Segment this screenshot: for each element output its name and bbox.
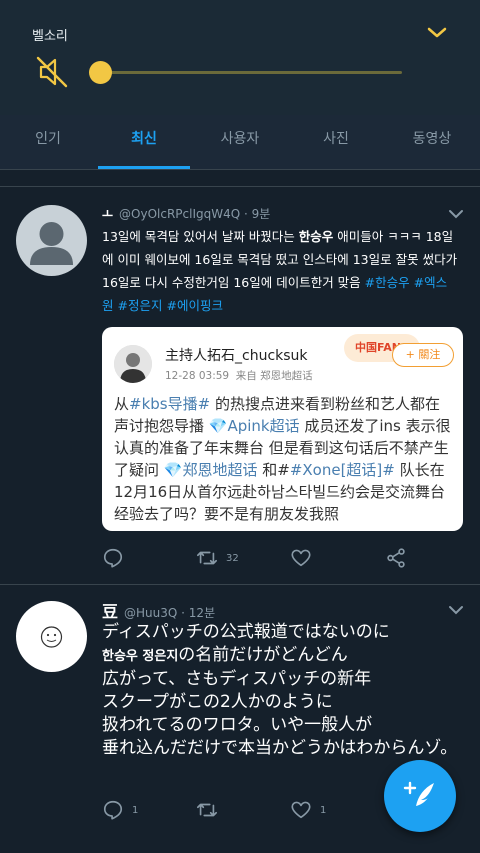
tweet-time: · 9분 <box>244 207 271 221</box>
reply-icon <box>103 548 123 568</box>
compose-icon <box>403 781 434 806</box>
volume-panel: 벨소리 <box>0 0 480 115</box>
user-name[interactable]: 豆 <box>102 602 118 621</box>
tweet-actions: 1 1 <box>102 797 422 823</box>
tab-latest[interactable]: 최신 <box>96 115 192 169</box>
cartoon-face-icon <box>40 626 63 648</box>
search-tabs: 인기 최신 사용자 사진 동영상 <box>0 115 480 169</box>
like-icon <box>291 549 311 567</box>
tabs-divider <box>0 169 480 170</box>
feed-divider <box>0 186 480 187</box>
user-handle[interactable]: @Huu3Q <box>124 606 177 620</box>
embed-text: 从 <box>114 395 130 413</box>
like-count: 1 <box>320 804 327 816</box>
tab-users[interactable]: 사용자 <box>192 115 288 169</box>
chevron-down-icon[interactable] <box>447 208 465 220</box>
tweet-text-part: の名前だけがどんどん <box>178 645 348 665</box>
tab-photos[interactable]: 사진 <box>288 115 384 169</box>
tab-videos[interactable]: 동영상 <box>384 115 480 169</box>
retweet-button[interactable] <box>196 797 226 823</box>
share-icon <box>387 548 405 568</box>
embed-avatar <box>114 345 152 383</box>
tweet-line: 扱われてるのワロタ。いや一般人が <box>102 715 373 735</box>
chevron-down-icon[interactable] <box>424 22 450 42</box>
hashtag[interactable]: #정은지 <box>118 298 163 313</box>
embed-date: 12-28 03:59 <box>165 370 230 382</box>
embedded-screenshot[interactable]: 主持人拓石_chucksuk 12-28 03:59 来自 郑恩地超话 中国FA… <box>102 327 463 531</box>
compose-button[interactable] <box>384 760 456 832</box>
tweet-line: スクープがこの2人かのように <box>102 692 333 712</box>
user-handle[interactable]: @OyOlcRPclIgqW4Q <box>119 207 240 221</box>
tweet-text-bold: 한승우 <box>298 229 334 244</box>
user-name[interactable]: ㅗ <box>102 207 113 221</box>
reply-count: 1 <box>132 804 139 816</box>
tweet-line: 広がって、さもディスパッチの新年 <box>102 669 372 689</box>
retweet-icon <box>197 803 217 817</box>
hashtag[interactable]: #에이핑크 <box>166 298 222 313</box>
embed-link: #kbs导播# <box>129 395 211 413</box>
tweet-line: 한승우 정은지の名前だけがどんどん <box>102 644 464 668</box>
embed-link: 💎Apink超话 <box>208 417 300 435</box>
like-button[interactable] <box>290 545 320 571</box>
tweet-actions: 32 <box>102 545 422 571</box>
embed-meta: 12-28 03:59 来自 郑恩地超话 <box>165 368 313 383</box>
tweet-text: 13일에 목격담 있어서 날짜 바꿨다는 한승우 애미들아 ㅋㅋㅋ 18일에 이… <box>102 225 458 317</box>
tweet-time: · 12분 <box>181 606 216 620</box>
hashtag[interactable]: #한승우 <box>365 275 410 290</box>
feed-divider <box>0 584 480 585</box>
volume-title: 벨소리 <box>32 29 68 44</box>
share-button[interactable] <box>385 545 407 571</box>
avatar[interactable] <box>16 601 87 672</box>
embed-body: 从#kbs导播# 的热搜点进来看到粉丝和艺人都在声讨抱怨导播 💎Apink超话 … <box>114 393 454 525</box>
embed-link: #Xone[超话]# <box>289 461 395 479</box>
volume-slider-thumb[interactable] <box>89 61 112 84</box>
tweet-text-bold: 한승우 정은지 <box>102 649 179 664</box>
retweet-icon <box>197 551 217 565</box>
person-photo-icon <box>114 345 152 383</box>
embed-source: 来自 郑恩地超话 <box>235 370 313 382</box>
retweet-count: 32 <box>226 552 239 564</box>
like-icon <box>291 801 311 819</box>
tweet-line: 垂れ込んだだけで本当かどうかはわからんゾ。 <box>102 738 458 758</box>
reply-button[interactable] <box>102 545 132 571</box>
volume-slider-track[interactable] <box>100 71 402 74</box>
avatar[interactable] <box>16 205 87 276</box>
chevron-down-icon[interactable] <box>447 604 465 616</box>
reply-button[interactable]: 1 <box>102 797 138 823</box>
default-avatar-icon <box>16 205 87 276</box>
tweet-text: ディスパッチの公式報道ではないのに 한승우 정은지の名前だけがどんどん 広がって… <box>102 621 464 760</box>
embed-text: 和# <box>257 461 290 479</box>
tab-popular[interactable]: 인기 <box>0 115 96 169</box>
tweet-meta: 豆 @Huu3Q · 12분 <box>102 598 215 622</box>
like-button[interactable]: 1 <box>290 797 326 823</box>
retweet-button[interactable]: 32 <box>196 545 239 571</box>
mute-icon[interactable] <box>34 54 70 90</box>
follow-button: + 關注 <box>392 343 454 367</box>
tweet-line: ディスパッチの公式報道ではないのに <box>102 622 390 642</box>
tweet-text-part: 13일에 목격담 있어서 날짜 바꿨다는 <box>102 229 299 244</box>
embed-author: 主持人拓石_chucksuk <box>165 348 308 364</box>
embed-link: 💎郑恩地超话 <box>163 461 258 479</box>
tweet-meta: ㅗ @OyOlcRPclIgqW4Q · 9분 <box>102 205 270 222</box>
reply-icon <box>103 800 123 820</box>
